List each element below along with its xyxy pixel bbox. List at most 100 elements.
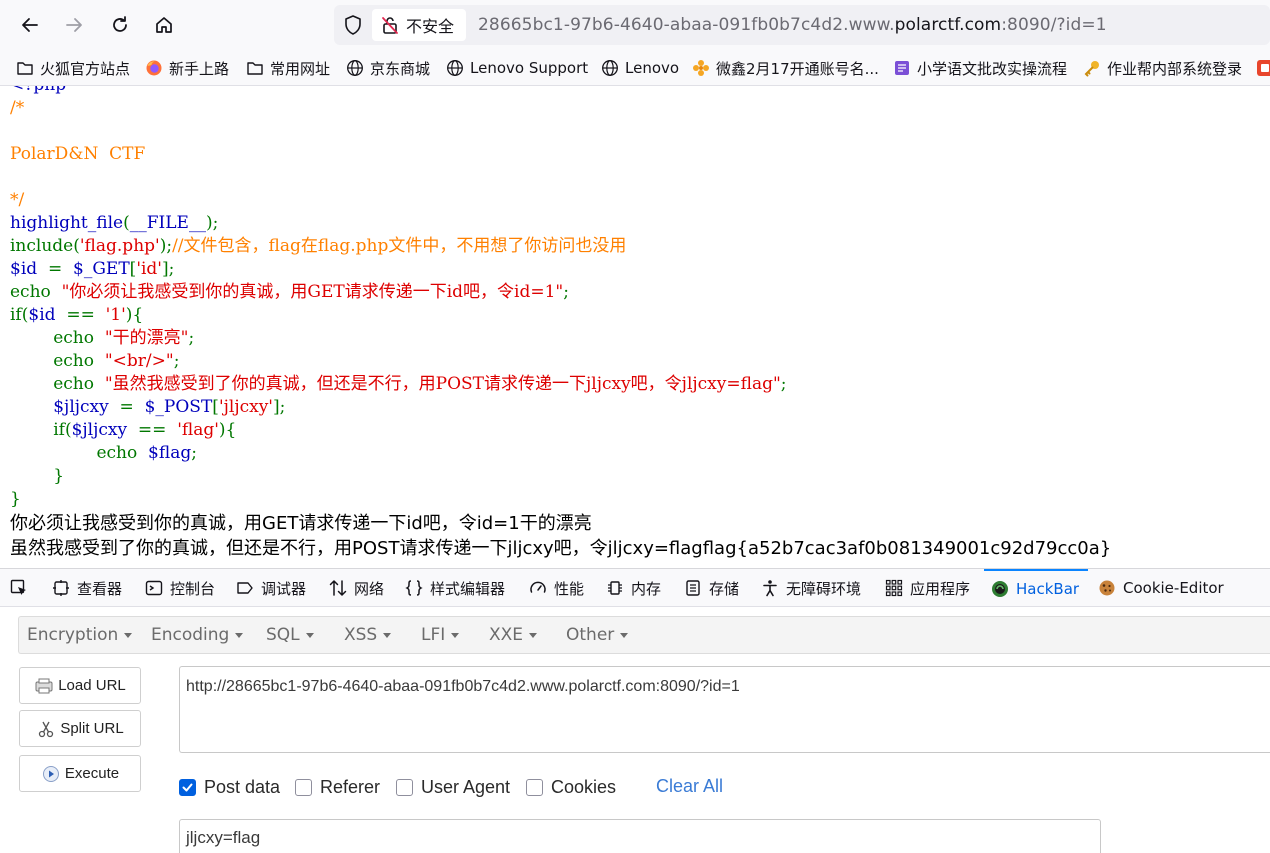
tab-label: 调试器 bbox=[261, 579, 307, 598]
menu-xxe[interactable]: XXE bbox=[489, 625, 538, 645]
code-line: $jljcxy = $_POST['jljcxy']; bbox=[10, 397, 286, 417]
code-line: */ bbox=[10, 190, 25, 210]
braces-icon bbox=[405, 580, 423, 596]
cookies-checkbox[interactable]: Cookies bbox=[526, 776, 616, 798]
code-line: PolarD&N CTF bbox=[10, 144, 146, 164]
home-button[interactable] bbox=[148, 9, 180, 41]
page-output: 你必须让我感受到你的真诚，用GET请求传递一下id吧，令id=1干的漂亮 虽然我… bbox=[10, 511, 1111, 561]
back-button[interactable] bbox=[14, 9, 46, 41]
bookmark-item[interactable]: 微鑫2月17开通账号名... bbox=[692, 56, 879, 80]
devtools-tabbar: 查看器 控制台 调试器 网络 样式编辑器 性能 内存 存储 无障碍环境 应用程序… bbox=[0, 569, 1270, 607]
tab-hackbar[interactable]: HackBar bbox=[984, 569, 1088, 607]
tab-performance[interactable]: 性能 bbox=[529, 569, 584, 607]
tracking-protection-button[interactable] bbox=[342, 14, 364, 36]
code-line: echo $flag; bbox=[10, 443, 197, 463]
tab-style-editor[interactable]: 样式编辑器 bbox=[405, 569, 505, 607]
post-data-textarea[interactable]: jljcxy=flag bbox=[179, 819, 1101, 853]
caret-down-icon bbox=[235, 632, 244, 638]
debugger-icon bbox=[237, 582, 253, 594]
inspector-icon bbox=[53, 580, 69, 596]
arrow-right-icon bbox=[66, 18, 82, 32]
bookmark-overflow[interactable] bbox=[1256, 56, 1270, 80]
tab-cookie-editor[interactable]: Cookie-Editor bbox=[1098, 569, 1224, 607]
scissors-icon bbox=[39, 721, 54, 737]
post-data-checkbox[interactable]: Post data bbox=[179, 776, 280, 798]
menu-encryption[interactable]: Encryption bbox=[27, 625, 133, 645]
checkbox-unchecked[interactable] bbox=[295, 778, 312, 796]
forward-button[interactable] bbox=[58, 9, 90, 41]
menu-sql[interactable]: SQL bbox=[266, 625, 314, 645]
insecure-label: 不安全 bbox=[406, 17, 455, 36]
tab-inspector[interactable]: 查看器 bbox=[52, 569, 122, 607]
code-line: } bbox=[10, 489, 21, 509]
menu-lfi[interactable]: LFI bbox=[421, 625, 460, 645]
connection-insecure-button[interactable]: 不安全 bbox=[372, 9, 466, 41]
tab-accessibility[interactable]: 无障碍环境 bbox=[761, 569, 861, 607]
execute-button[interactable]: Execute bbox=[19, 755, 141, 792]
reload-icon bbox=[113, 16, 127, 32]
gauge-icon bbox=[530, 581, 546, 593]
tab-debugger[interactable]: 调试器 bbox=[236, 569, 306, 607]
caret-down-icon bbox=[383, 632, 392, 638]
bookmark-item[interactable]: 京东商城 bbox=[346, 56, 430, 80]
checkbox-unchecked[interactable] bbox=[526, 778, 543, 796]
url-textarea[interactable]: http://28665bc1-97b6-4640-abaa-091fb0b7c… bbox=[179, 666, 1270, 753]
reload-button[interactable] bbox=[104, 9, 136, 41]
tab-console[interactable]: 控制台 bbox=[145, 569, 215, 607]
devtools-panel: 查看器 控制台 调试器 网络 样式编辑器 性能 内存 存储 无障碍环境 应用程序… bbox=[0, 568, 1270, 853]
url-text[interactable]: 28665bc1-97b6-4640-abaa-091fb0b7c4d2.www… bbox=[478, 15, 1107, 35]
tab-label: 无障碍环境 bbox=[786, 579, 862, 598]
menu-other[interactable]: Other bbox=[566, 625, 629, 645]
checkbox-label: Referer bbox=[320, 776, 381, 797]
caret-down-icon bbox=[451, 632, 460, 638]
note-icon bbox=[893, 59, 911, 77]
bookmark-label: 常用网址 bbox=[270, 59, 331, 78]
load-url-button[interactable]: Load URL bbox=[19, 667, 141, 704]
button-label: Execute bbox=[64, 765, 120, 782]
bookmark-item[interactable]: 新手上路 bbox=[145, 56, 229, 80]
menu-xss[interactable]: XSS bbox=[344, 625, 392, 645]
bookmark-label: 微鑫2月17开通账号名... bbox=[716, 59, 879, 78]
tab-label: 应用程序 bbox=[910, 579, 971, 598]
referer-checkbox[interactable]: Referer bbox=[295, 776, 380, 798]
caret-down-icon bbox=[620, 632, 629, 638]
page-content: <?php /* PolarD&N CTF */ highlight_file(… bbox=[0, 86, 1270, 568]
bookmark-label: 火狐官方站点 bbox=[40, 59, 131, 78]
bookmark-item[interactable]: 火狐官方站点 bbox=[16, 56, 130, 80]
firefox-icon bbox=[145, 59, 163, 77]
tab-storage[interactable]: 存储 bbox=[684, 569, 739, 607]
checkbox-checked[interactable] bbox=[179, 778, 196, 796]
clear-all-link[interactable]: Clear All bbox=[656, 776, 723, 797]
memory-chip-icon bbox=[608, 581, 622, 595]
globe-icon bbox=[446, 59, 464, 77]
checkbox-label: User Agent bbox=[421, 776, 511, 797]
menu-encoding[interactable]: Encoding bbox=[151, 625, 244, 645]
arrow-left-icon bbox=[22, 18, 38, 32]
globe-icon bbox=[601, 59, 619, 77]
user-agent-checkbox[interactable]: User Agent bbox=[396, 776, 510, 798]
tab-network[interactable]: 网络 bbox=[329, 569, 384, 607]
load-url-icon bbox=[35, 678, 53, 693]
checkbox-label: Cookies bbox=[551, 776, 617, 797]
cursor-pick-icon bbox=[10, 579, 26, 595]
bookmark-item[interactable]: Lenovo bbox=[601, 56, 679, 80]
split-url-button[interactable]: Split URL bbox=[19, 710, 141, 747]
output-line-flag: 虽然我感受到了你的真诚，但还是不行，用POST请求传递一下jljcxy吧，令jl… bbox=[10, 538, 1112, 559]
key-icon bbox=[1083, 59, 1101, 77]
bookmark-label: Lenovo bbox=[625, 59, 680, 77]
caret-down-icon bbox=[124, 632, 133, 638]
tab-label: 内存 bbox=[631, 579, 662, 598]
tab-label: Cookie-Editor bbox=[1123, 579, 1224, 597]
tab-application[interactable]: 应用程序 bbox=[885, 569, 970, 607]
code-line: } bbox=[10, 466, 65, 486]
tab-memory[interactable]: 内存 bbox=[606, 569, 661, 607]
bookmark-item[interactable]: 作业帮内部系统登录 bbox=[1083, 56, 1242, 80]
bookmark-item[interactable]: 常用网址 bbox=[246, 56, 330, 80]
checkbox-unchecked[interactable] bbox=[396, 778, 413, 796]
address-bar[interactable]: 不安全 28665bc1-97b6-4640-abaa-091fb0b7c4d2… bbox=[334, 5, 1270, 45]
button-label: Load URL bbox=[58, 677, 126, 694]
bookmark-label: 作业帮内部系统登录 bbox=[1107, 59, 1243, 78]
bookmark-item[interactable]: Lenovo Support bbox=[446, 56, 588, 80]
bookmark-item[interactable]: 小学语文批改实操流程 bbox=[893, 56, 1067, 80]
element-picker-button[interactable] bbox=[10, 569, 35, 607]
